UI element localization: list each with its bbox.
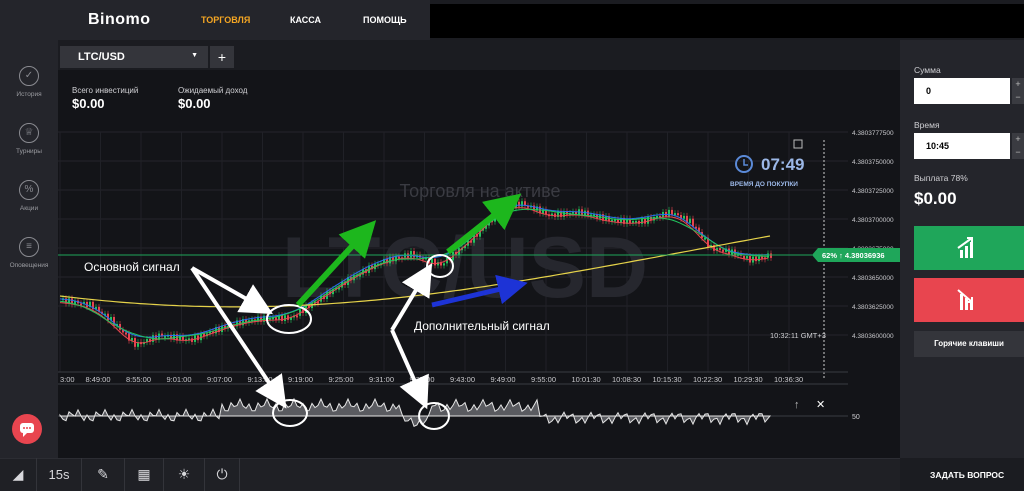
- amount-input[interactable]: 0: [914, 78, 1010, 104]
- nav-trading[interactable]: ТОРГОВЛЯ: [201, 15, 250, 25]
- sidebar-item-label: История: [16, 91, 42, 98]
- trophy-icon: ♕: [19, 123, 39, 143]
- payout-value: $0.00: [914, 189, 957, 208]
- amount-plus-button[interactable]: +: [1012, 78, 1024, 91]
- theme-sun-icon[interactable]: ☀: [164, 458, 204, 491]
- asset-label: LTC/USD: [78, 51, 125, 63]
- sidebar-item-label: Акции: [19, 205, 39, 212]
- timeframe-button[interactable]: 15s: [37, 458, 81, 491]
- income-value: $0.00: [178, 96, 211, 111]
- buy-up-button[interactable]: [914, 226, 1024, 270]
- time-label: Время: [914, 120, 940, 130]
- chart-area[interactable]: [58, 70, 900, 458]
- sidebar-item-label: Оповещения: [9, 262, 49, 269]
- indicators-icon[interactable]: ▦: [125, 458, 163, 491]
- nav-cashier[interactable]: КАССА: [290, 15, 321, 25]
- trend-up-icon: [957, 237, 973, 258]
- sidebar-item-promos[interactable]: % Акции: [0, 180, 58, 212]
- income-label: Ожидаемый доход: [178, 86, 248, 95]
- chat-icon: [20, 423, 34, 437]
- add-asset-button[interactable]: +: [210, 46, 234, 68]
- bell-lines-icon: ≡: [19, 237, 39, 257]
- time-input[interactable]: 10:45: [914, 133, 1010, 159]
- time-minus-button[interactable]: −: [1012, 146, 1024, 159]
- nav-help[interactable]: ПОМОЩЬ: [363, 15, 407, 25]
- amount-minus-button[interactable]: −: [1012, 91, 1024, 104]
- chart-type-icon[interactable]: ◢: [0, 458, 36, 491]
- percent-icon: %: [19, 180, 39, 200]
- time-plus-button[interactable]: +: [1012, 133, 1024, 146]
- payout-label: Выплата 78%: [914, 173, 968, 183]
- drawing-tools-icon[interactable]: ✎: [82, 458, 124, 491]
- sidebar-item-notifications[interactable]: ≡ Оповещения: [0, 237, 58, 269]
- investments-value: $0.00: [72, 96, 105, 111]
- sidebar-item-label: Турниры: [16, 148, 42, 155]
- plugin-icon[interactable]: ⏻: [205, 458, 239, 491]
- hotkeys-button[interactable]: Горячие клавиши: [914, 331, 1024, 357]
- sidebar-item-history[interactable]: ✓ История: [0, 66, 58, 98]
- top-banner: [430, 4, 1024, 38]
- logo[interactable]: Binomo: [88, 11, 151, 29]
- amount-label: Сумма: [914, 65, 941, 75]
- asset-tab-ltcusd[interactable]: LTC/USD ▼: [60, 46, 208, 68]
- buy-down-button[interactable]: [914, 278, 1024, 322]
- chat-button[interactable]: [12, 414, 42, 444]
- chevron-down-icon[interactable]: ▼: [191, 52, 198, 59]
- investments-label: Всего инвестиций: [72, 86, 139, 95]
- trend-down-icon: [957, 289, 973, 310]
- check-circle-icon: ✓: [19, 66, 39, 86]
- sidebar-item-tournaments[interactable]: ♕ Турниры: [0, 123, 58, 155]
- ask-question-button[interactable]: ЗАДАТЬ ВОПРОС: [930, 470, 1004, 480]
